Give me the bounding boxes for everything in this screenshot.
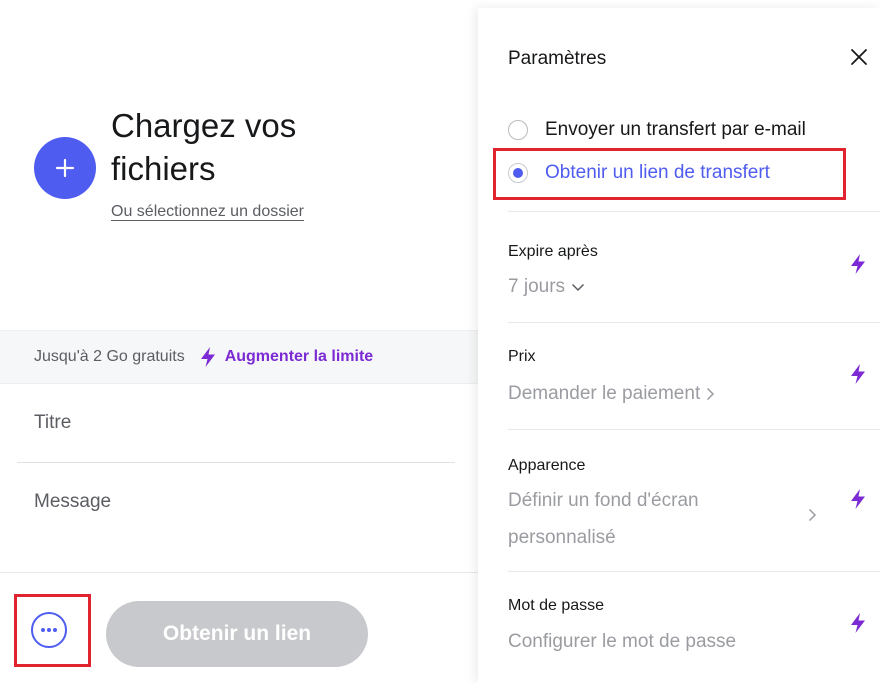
get-link-button[interactable]: Obtenir un lien: [106, 601, 368, 667]
appearance-value-line2[interactable]: personnalisé: [508, 519, 616, 557]
close-settings-button[interactable]: [846, 44, 872, 70]
lightning-bolt-icon: [199, 346, 217, 368]
divider: [0, 572, 478, 573]
close-icon: [851, 49, 867, 65]
more-options-button[interactable]: [31, 612, 67, 648]
password-label: Mot de passe: [508, 597, 605, 614]
lightning-bolt-icon: [848, 486, 868, 512]
settings-panel: Paramètres Envoyer un transfert par e-ma…: [478, 8, 880, 683]
plus-icon: [55, 158, 75, 178]
transfer-link-highlight: [493, 148, 846, 200]
price-option[interactable]: Demander le paiement: [508, 375, 715, 413]
expiry-label: Expire après: [508, 243, 598, 260]
price-label: Prix: [508, 348, 536, 365]
chevron-right-icon: [706, 387, 715, 401]
select-folder-link[interactable]: Ou sélectionnez un dossier: [111, 203, 304, 221]
chevron-down-icon: [571, 283, 585, 292]
divider: [508, 429, 880, 430]
price-value: Demander le paiement: [508, 383, 701, 404]
title-input[interactable]: Titre: [34, 412, 71, 434]
appearance-value-line1[interactable]: Définir un fond d'écran: [508, 482, 699, 520]
divider: [508, 322, 880, 323]
divider: [508, 211, 880, 212]
message-input[interactable]: Message: [34, 491, 111, 513]
lightning-bolt-icon: [848, 251, 868, 277]
storage-limit-text: Jusqu'à 2 Go gratuits: [34, 348, 185, 365]
settings-title: Paramètres: [508, 48, 607, 69]
divider: [17, 462, 455, 463]
radio-button[interactable]: [508, 120, 528, 140]
increase-limit-link[interactable]: Augmenter la limite: [225, 348, 373, 366]
ellipsis-icon: [41, 628, 57, 632]
expiry-value: 7 jours: [508, 276, 566, 297]
expiry-dropdown[interactable]: 7 jours: [508, 268, 585, 306]
chevron-right-icon[interactable]: [808, 508, 817, 527]
radio-label: Envoyer un transfert par e-mail: [545, 119, 806, 140]
upload-panel: Chargez vos fichiers Ou sélectionnez un …: [0, 0, 478, 683]
divider: [508, 571, 880, 572]
upload-files-button[interactable]: [34, 137, 96, 199]
upload-title[interactable]: Chargez vos fichiers: [111, 104, 371, 190]
radio-send-email[interactable]: Envoyer un transfert par e-mail: [508, 119, 806, 141]
lightning-bolt-icon: [848, 610, 868, 636]
storage-limit-bar: Jusqu'à 2 Go gratuits Augmenter la limit…: [0, 330, 478, 384]
lightning-bolt-icon: [848, 361, 868, 387]
password-option[interactable]: Configurer le mot de passe: [508, 623, 736, 661]
appearance-label: Apparence: [508, 457, 586, 474]
